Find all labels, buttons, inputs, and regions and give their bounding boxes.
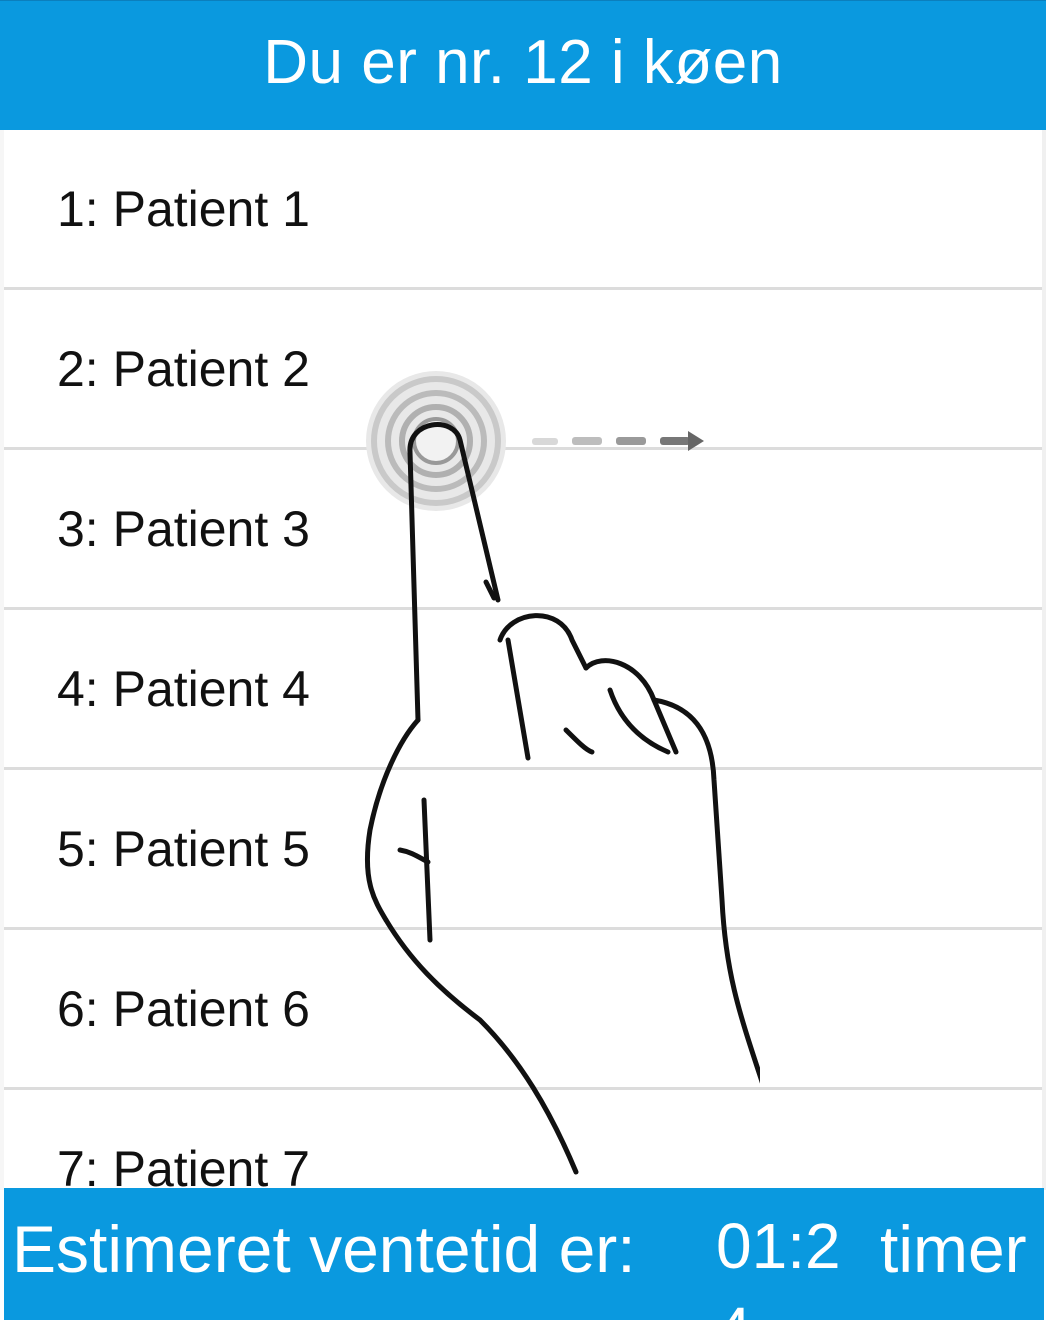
list-item[interactable]: 4: Patient 4 bbox=[4, 610, 1042, 770]
list-item[interactable]: 3: Patient 3 bbox=[4, 450, 1042, 610]
patient-label: 7: Patient 7 bbox=[57, 1140, 310, 1189]
queue-position-title: Du er nr. 12 i køen bbox=[263, 27, 783, 97]
patient-label: 5: Patient 5 bbox=[57, 820, 310, 877]
wait-time-unit: timer bbox=[880, 1212, 1027, 1286]
list-item[interactable]: 1: Patient 1 bbox=[4, 130, 1042, 290]
footer-bar: Estimeret ventetid er: 01:24 timer bbox=[4, 1188, 1044, 1320]
wait-time-label: Estimeret ventetid er: bbox=[12, 1212, 636, 1286]
patient-label: 3: Patient 3 bbox=[57, 500, 310, 557]
right-edge bbox=[1042, 130, 1046, 1190]
header-bar: Du er nr. 12 i køen bbox=[0, 0, 1046, 130]
list-item[interactable]: 6: Patient 6 bbox=[4, 930, 1042, 1090]
patient-label: 1: Patient 1 bbox=[57, 180, 310, 237]
wait-time-value: 01:24 bbox=[716, 1210, 841, 1320]
list-item[interactable]: 7: Patient 7 bbox=[4, 1090, 1042, 1189]
queue-screen: Du er nr. 12 i køen 1: Patient 1 2: Pati… bbox=[0, 0, 1046, 1320]
list-item[interactable]: 2: Patient 2 bbox=[4, 290, 1042, 450]
patient-label: 4: Patient 4 bbox=[57, 660, 310, 717]
patient-queue-list[interactable]: 1: Patient 1 2: Patient 2 3: Patient 3 4… bbox=[4, 130, 1042, 1188]
patient-label: 6: Patient 6 bbox=[57, 980, 310, 1037]
list-item[interactable]: 5: Patient 5 bbox=[4, 770, 1042, 930]
patient-label: 2: Patient 2 bbox=[57, 340, 310, 397]
